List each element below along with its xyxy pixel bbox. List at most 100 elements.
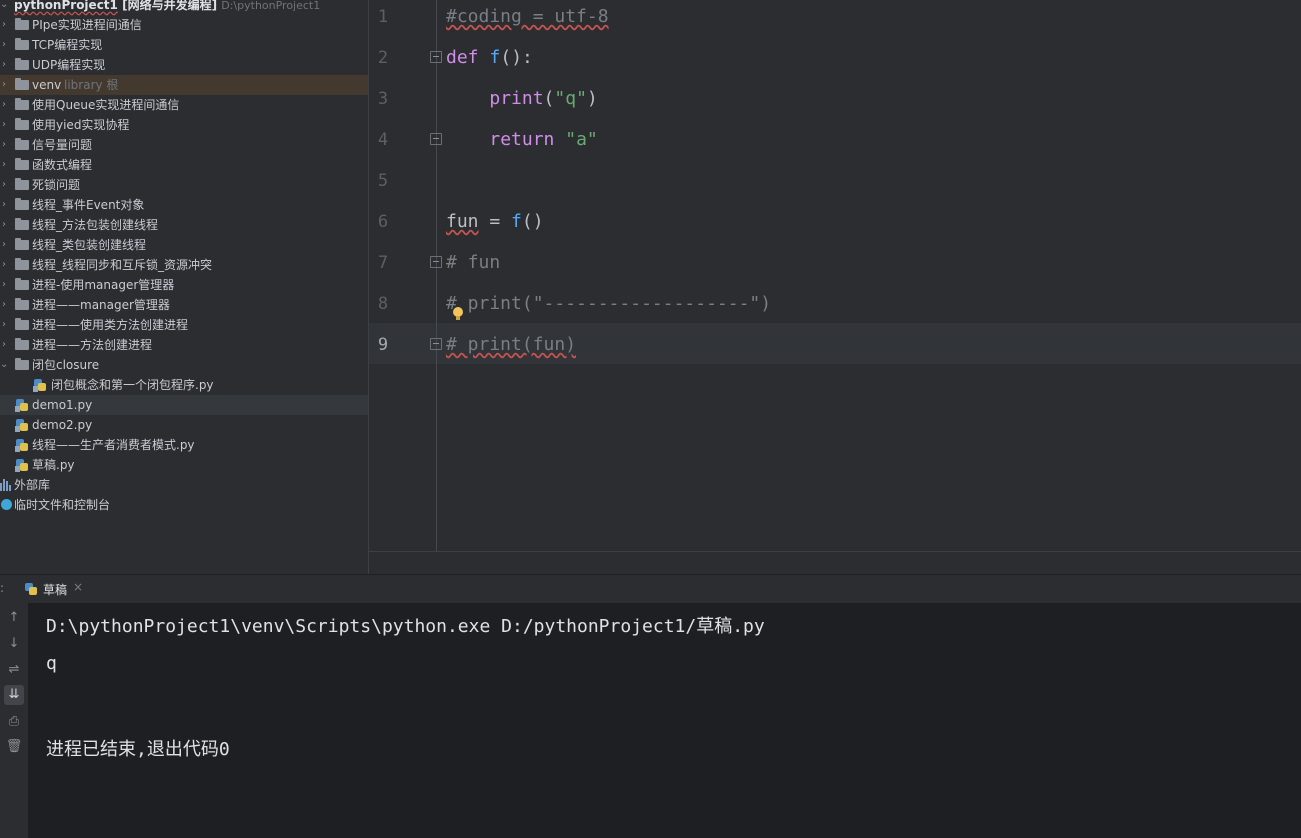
tree-item[interactable]: › 进程——使用类方法创建进程 (0, 315, 368, 335)
code-string: "q" (554, 88, 587, 109)
tree-item[interactable]: › 进程-使用manager管理器 (0, 275, 368, 295)
chevron-right-icon[interactable]: › (0, 175, 8, 195)
tree-item-label: 信号量问题 (32, 138, 93, 152)
tree-item[interactable]: demo1.py (0, 395, 368, 415)
soft-wrap-icon[interactable]: ⇌ (4, 660, 24, 680)
code-line[interactable]: fun = f() (446, 205, 544, 246)
python-file-icon (15, 438, 29, 452)
line-number: 7 (377, 253, 389, 273)
chevron-right-icon[interactable]: › (0, 295, 8, 315)
run-tab-draft[interactable]: 草稿 × (12, 575, 92, 605)
tree-item[interactable]: 闭包概念和第一个闭包程序.py (0, 375, 368, 395)
tree-item[interactable]: 外部库 (0, 475, 368, 495)
code-line[interactable]: # print(fun) (446, 328, 576, 369)
run-console[interactable] (0, 603, 1301, 838)
python-file-icon (15, 418, 29, 432)
tree-item[interactable]: › PIpe实现进程间通信 (0, 15, 368, 35)
folder-icon (15, 18, 29, 30)
line-number: 2 (377, 48, 389, 68)
code-paren: ) (586, 88, 598, 109)
tree-item[interactable]: › TCP编程实现 (0, 35, 368, 55)
code-line[interactable]: def f(): (446, 41, 533, 82)
tree-item-label: 线程_线程同步和互斥锁_资源冲突 (32, 258, 213, 272)
editor-bottom-strip (368, 551, 1301, 575)
code-string: "a" (565, 129, 598, 150)
fold-marker-icon[interactable] (430, 51, 442, 63)
tree-item[interactable]: › 信号量问题 (0, 135, 368, 155)
tree-item-label: demo1.py (32, 398, 93, 412)
tree-item[interactable]: › 线程_类包装创建线程 (0, 235, 368, 255)
tree-item[interactable]: 草稿.py (0, 455, 368, 475)
tree-item[interactable]: demo2.py (0, 415, 368, 435)
code-line[interactable]: print("q") (446, 82, 598, 123)
chevron-right-icon[interactable]: › (0, 75, 8, 95)
folder-icon (15, 298, 29, 310)
chevron-right-icon[interactable]: › (0, 215, 8, 235)
tree-item[interactable]: › 进程——方法创建进程 (0, 335, 368, 355)
code-operator: = (478, 211, 512, 232)
folder-icon (15, 178, 29, 190)
down-arrow-icon[interactable]: ↓ (4, 634, 24, 654)
fold-marker-icon[interactable] (430, 133, 442, 145)
chevron-right-icon[interactable]: › (0, 55, 8, 75)
chevron-right-icon[interactable]: › (0, 155, 8, 175)
chevron-right-icon[interactable]: › (0, 95, 8, 115)
code-punctuation: (): (500, 47, 533, 68)
code-function: f (511, 211, 522, 232)
chevron-right-icon[interactable]: › (0, 335, 8, 355)
chevron-right-icon[interactable]: › (0, 255, 8, 275)
fold-marker-icon[interactable] (430, 338, 442, 350)
chevron-right-icon[interactable]: › (0, 275, 8, 295)
up-arrow-icon[interactable]: ↑ (4, 608, 24, 628)
chevron-right-icon[interactable]: › (0, 235, 8, 255)
code-line[interactable]: return "a" (446, 123, 598, 164)
lightbulb-icon[interactable] (453, 307, 463, 320)
code-variable: fun (446, 211, 479, 232)
tree-item[interactable]: › UDP编程实现 (0, 55, 368, 75)
folder-icon (15, 118, 29, 130)
code-line[interactable]: # print("-------------------") (446, 287, 771, 328)
chevron-down-icon[interactable]: ⌄ (0, 355, 8, 375)
tree-item[interactable]: › 使用yied实现协程 (0, 115, 368, 135)
console-output-line: q (46, 653, 57, 674)
trash-icon[interactable]: 🗑 (4, 737, 24, 757)
tree-item[interactable]: › venv library 根 (0, 75, 368, 95)
code-punctuation: () (521, 211, 544, 232)
project-root-row[interactable]: ⌄ pythonProject1 [网络与并发编程] D:\pythonProj… (0, 0, 368, 15)
print-icon[interactable]: ⎙ (4, 712, 24, 732)
chevron-right-icon[interactable]: › (0, 35, 8, 55)
tree-item[interactable]: ⌄ 闭包closure (0, 355, 368, 375)
chevron-right-icon[interactable]: › (0, 15, 8, 35)
scroll-to-end-icon[interactable]: ⇊ (4, 685, 24, 705)
close-icon[interactable]: × (73, 580, 83, 594)
tree-item[interactable]: › 函数式编程 (0, 155, 368, 175)
folder-icon (15, 38, 29, 50)
tree-item-label: PIpe实现进程间通信 (32, 18, 142, 32)
code-line[interactable]: #coding = utf-8 (446, 0, 609, 41)
tree-item[interactable]: › 进程——manager管理器 (0, 295, 368, 315)
chevron-down-icon[interactable]: ⌄ (0, 0, 8, 15)
code-paren: ( (543, 88, 555, 109)
chevron-right-icon[interactable]: › (0, 315, 8, 335)
tree-item[interactable]: 临时文件和控制台 (0, 495, 368, 515)
python-file-icon (15, 398, 29, 412)
tree-item[interactable]: › 线程_方法包装创建线程 (0, 215, 368, 235)
line-number: 5 (377, 171, 389, 191)
tree-item-label: 临时文件和控制台 (14, 498, 111, 512)
tree-item[interactable]: 线程——生产者消费者模式.py (0, 435, 368, 455)
line-number: 6 (377, 212, 389, 232)
fold-marker-icon[interactable] (430, 256, 442, 268)
tree-item-label: 使用yied实现协程 (32, 118, 130, 132)
tree-item[interactable]: › 使用Queue实现进程间通信 (0, 95, 368, 115)
code-line[interactable]: # fun (446, 246, 500, 287)
run-tab-label: 草稿 (43, 583, 68, 597)
tree-item[interactable]: › 死锁问题 (0, 175, 368, 195)
chevron-right-icon[interactable]: › (0, 115, 8, 135)
tree-item-label: 线程_事件Event对象 (32, 198, 145, 212)
tree-item-label: 闭包概念和第一个闭包程序.py (51, 378, 214, 392)
chevron-right-icon[interactable]: › (0, 135, 8, 155)
tree-item[interactable]: › 线程_线程同步和互斥锁_资源冲突 (0, 255, 368, 275)
chevron-right-icon[interactable]: › (0, 195, 8, 215)
tree-item[interactable]: › 线程_事件Event对象 (0, 195, 368, 215)
code-comment: # print("-------------------") (446, 293, 772, 314)
